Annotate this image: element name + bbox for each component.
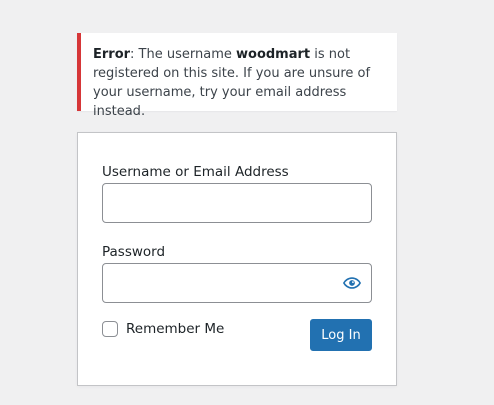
password-input[interactable] [102, 263, 372, 303]
remember-me-label: Remember Me [126, 321, 225, 337]
username-input[interactable] [102, 183, 372, 223]
username-label: Username or Email Address [102, 164, 289, 180]
remember-me[interactable]: Remember Me [102, 321, 224, 337]
login-form: Username or Email Address Password Remem… [77, 132, 397, 386]
login-button[interactable]: Log In [310, 319, 372, 351]
eye-icon[interactable] [343, 274, 361, 292]
error-label: Error [93, 47, 131, 62]
password-label: Password [102, 244, 166, 260]
error-username: woodmart [236, 47, 311, 62]
error-notice: Error: The username woodmart is not regi… [77, 33, 397, 119]
error-text-before-username: : The username [130, 47, 236, 62]
remember-me-checkbox[interactable] [102, 321, 118, 337]
